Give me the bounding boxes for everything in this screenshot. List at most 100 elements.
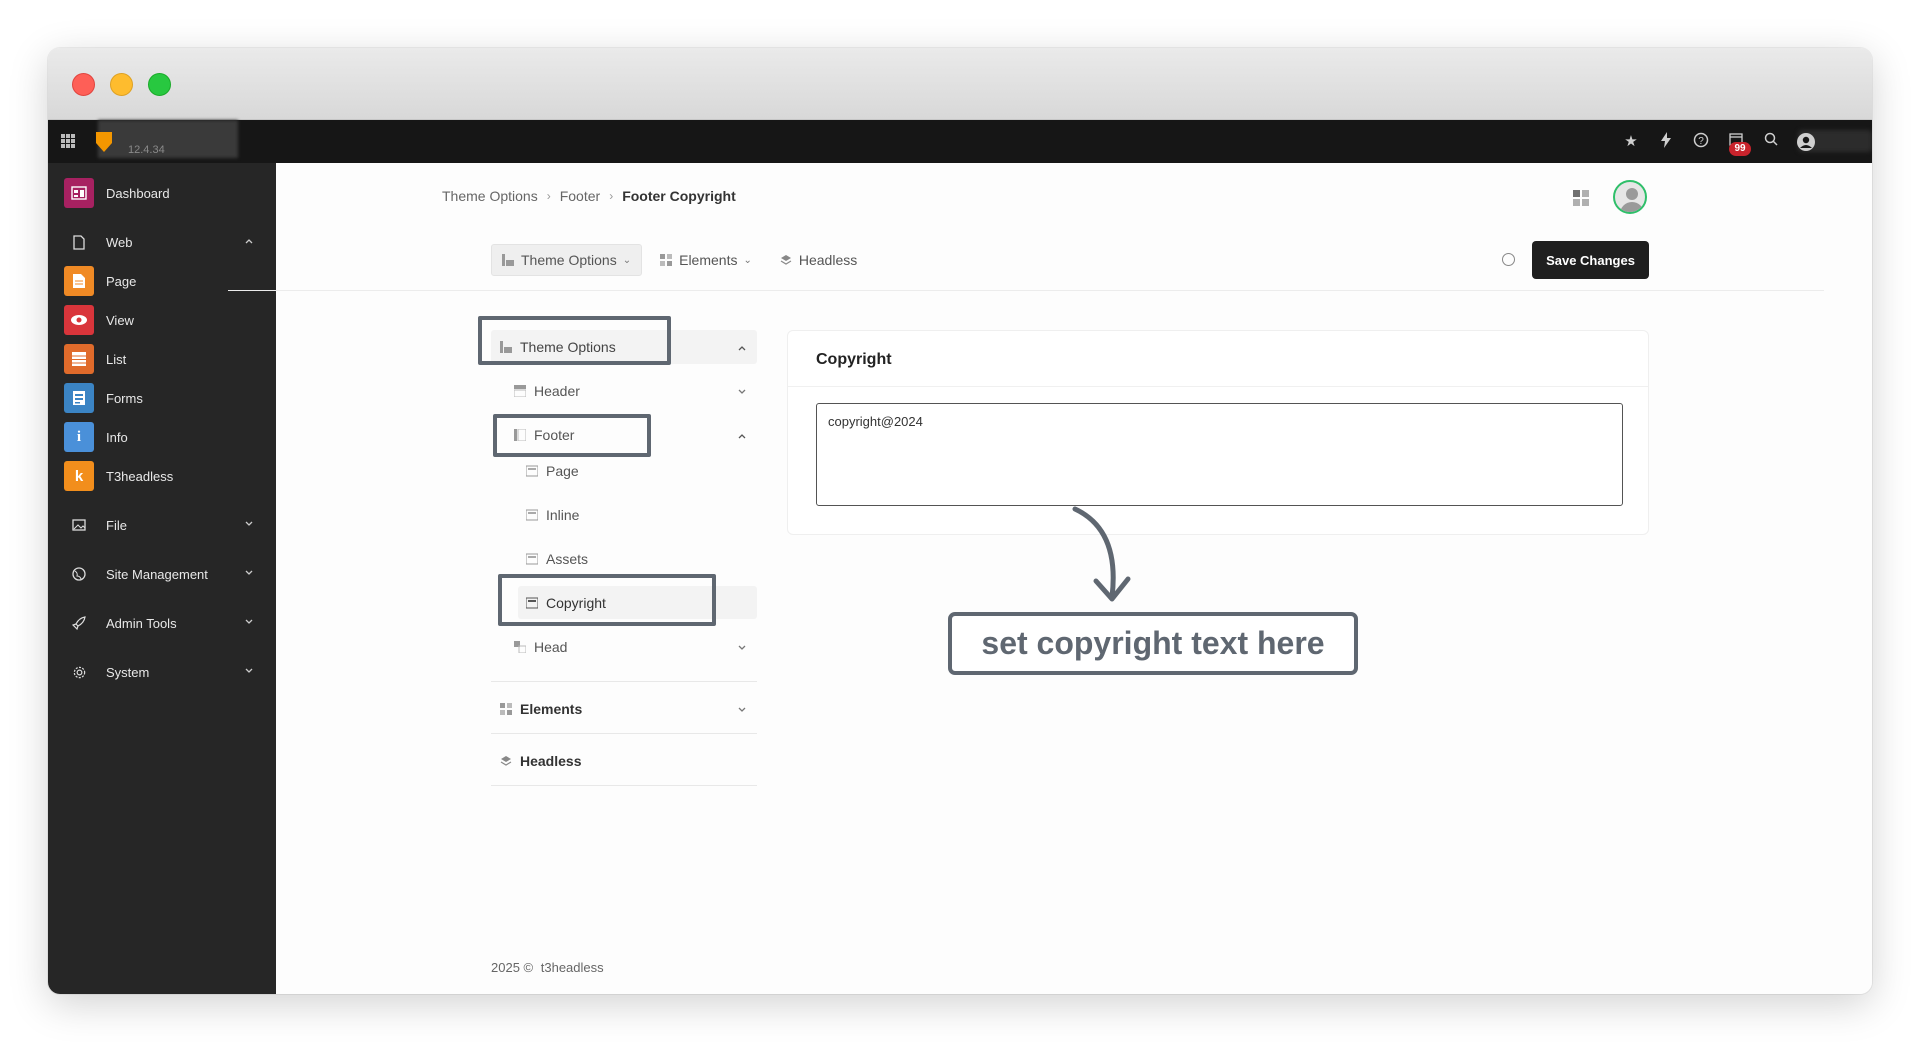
grid-view-icon[interactable]	[1573, 190, 1589, 206]
page-footer: 2025 © t3headless	[491, 960, 604, 975]
sidebar-item-label: Page	[106, 273, 137, 289]
maximize-window-button[interactable]	[148, 73, 171, 96]
sidebar-group-system[interactable]: System	[64, 656, 264, 688]
close-window-button[interactable]	[72, 73, 95, 96]
toolbar-divider	[228, 290, 1824, 291]
dashboard-icon	[64, 178, 94, 208]
chevron-right-icon: ›	[546, 189, 551, 203]
content-element-icon	[526, 509, 538, 521]
sidebar-item-label: Site Management	[106, 566, 208, 582]
breadcrumb-footer[interactable]: Footer	[560, 188, 600, 204]
chevron-down-icon[interactable]	[737, 643, 747, 653]
sidebar-item-label: System	[106, 664, 150, 680]
bolt-icon[interactable]	[1656, 132, 1676, 152]
sidebar-group-web[interactable]: Web	[64, 226, 264, 258]
footer-brand-link[interactable]: t3headless	[541, 960, 604, 975]
sidebar-item-view[interactable]: View	[64, 304, 264, 336]
sidebar-item-label: List	[106, 351, 127, 367]
user-avatar[interactable]	[1613, 180, 1647, 214]
sidebar-item-dashboard[interactable]: Dashboard	[64, 177, 264, 209]
chevron-down-icon: ⌄	[622, 254, 632, 266]
headless-label: Headless	[798, 252, 858, 268]
sidebar-item-label: View	[106, 312, 134, 328]
forms-icon	[64, 383, 94, 413]
t3headless-icon: k	[64, 461, 94, 491]
card-divider	[788, 386, 1648, 387]
window-titlebar	[48, 48, 1872, 120]
chevron-up-icon[interactable]	[737, 431, 747, 441]
page-icon	[64, 266, 94, 296]
module-sidebar: Dashboard Web Page View List Forms i Inf…	[48, 163, 276, 994]
help-icon[interactable]: ?	[1691, 132, 1711, 152]
user-avatar-icon[interactable]	[1796, 132, 1816, 152]
minimize-window-button[interactable]	[110, 73, 133, 96]
breadcrumb: Theme Options › Footer › Footer Copyrigh…	[442, 188, 736, 204]
site-name-blurred	[98, 120, 238, 158]
tree-item-label: Elements	[520, 701, 583, 717]
tree-item-head[interactable]: Head	[514, 639, 567, 655]
eye-icon	[64, 305, 94, 335]
sidebar-item-list[interactable]: List	[64, 343, 264, 375]
elements-label: Elements	[679, 252, 738, 268]
sidebar-item-label: Web	[106, 234, 133, 250]
footer-year: 2025 ©	[491, 960, 534, 975]
tree-item-label: Page	[546, 463, 579, 479]
tree-item-label: Assets	[546, 551, 589, 567]
tree-item-elements[interactable]: Elements	[500, 701, 582, 717]
tree-item-label: Header	[534, 383, 580, 399]
gear-icon	[64, 657, 94, 687]
head-icon	[514, 641, 526, 653]
theme-options-label: Theme Options	[521, 252, 617, 268]
sidebar-item-label: Dashboard	[106, 185, 170, 201]
apps-grid-icon[interactable]	[61, 134, 75, 148]
breadcrumb-current: Footer Copyright	[622, 188, 736, 204]
sidebar-item-page[interactable]: Page	[64, 265, 264, 297]
sidebar-item-t3headless[interactable]: k T3headless	[64, 460, 264, 492]
save-changes-button[interactable]: Save Changes	[1532, 241, 1649, 279]
sidebar-item-info[interactable]: i Info	[64, 421, 264, 453]
version-label: 12.4.34	[128, 144, 165, 156]
annotation-arrow-icon	[1072, 506, 1131, 602]
notification-badge: 99	[1729, 142, 1751, 156]
tree-item-footer-page[interactable]: Page	[526, 463, 579, 479]
theme-options-icon	[502, 254, 514, 266]
sidebar-item-forms[interactable]: Forms	[64, 382, 264, 414]
page-outline-icon	[64, 227, 94, 257]
star-icon[interactable]: ★	[1621, 132, 1641, 152]
elements-dropdown[interactable]: Elements ⌄	[650, 244, 762, 276]
chevron-down-icon[interactable]	[737, 387, 747, 397]
image-icon	[64, 510, 94, 540]
content-element-icon	[526, 553, 538, 565]
sidebar-group-site-management[interactable]: Site Management	[64, 558, 264, 590]
highlight-footer	[493, 414, 651, 457]
sidebar-group-file[interactable]: File	[64, 509, 264, 541]
chevron-up-icon[interactable]	[737, 343, 747, 353]
copyright-card: Copyright	[787, 330, 1649, 535]
search-icon[interactable]	[1761, 132, 1781, 152]
tree-divider	[491, 733, 757, 734]
tree-item-footer-assets[interactable]: Assets	[526, 551, 588, 567]
sidebar-item-label: Info	[106, 429, 128, 445]
sidebar-group-admin-tools[interactable]: Admin Tools	[64, 607, 264, 639]
breadcrumb-theme-options[interactable]: Theme Options	[442, 188, 538, 204]
annotation-callout: set copyright text here	[948, 612, 1358, 675]
chevron-down-icon[interactable]	[737, 705, 747, 715]
svg-text:?: ?	[1698, 136, 1704, 147]
rocket-icon	[64, 608, 94, 638]
tree-item-header[interactable]: Header	[514, 383, 580, 399]
headless-button[interactable]: Headless	[770, 244, 867, 276]
tree-divider	[491, 681, 757, 682]
tree-item-label: Head	[534, 639, 568, 655]
list-icon	[64, 344, 94, 374]
chevron-down-icon	[245, 668, 253, 673]
sidebar-item-label: File	[106, 517, 127, 533]
elements-icon	[500, 703, 512, 715]
highlight-theme-options	[478, 316, 671, 365]
tree-item-footer-inline[interactable]: Inline	[526, 507, 579, 523]
chevron-down-icon	[245, 521, 253, 526]
tree-item-label: Inline	[546, 507, 580, 523]
theme-options-dropdown[interactable]: Theme Options ⌄	[491, 244, 643, 276]
highlight-copyright	[498, 574, 716, 626]
copyright-textarea[interactable]	[816, 403, 1623, 506]
tree-item-headless[interactable]: Headless	[500, 753, 581, 769]
